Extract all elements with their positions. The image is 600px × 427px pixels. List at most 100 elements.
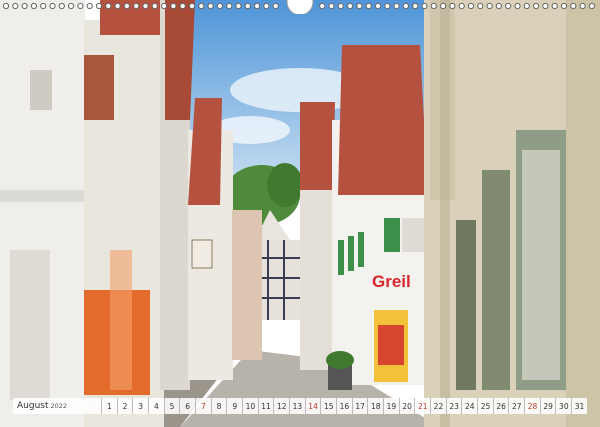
binding-ring bbox=[86, 2, 93, 10]
binding-ring bbox=[161, 2, 168, 10]
binding-ring bbox=[486, 2, 493, 10]
spiral-binding bbox=[2, 0, 596, 14]
hanging-sign bbox=[191, 239, 213, 269]
binding-ring bbox=[12, 2, 19, 10]
left-building-window bbox=[30, 70, 52, 110]
binding-ring bbox=[151, 2, 158, 10]
binding-ring bbox=[40, 2, 47, 10]
binding-ring bbox=[440, 2, 447, 10]
day-cell: 23 bbox=[445, 398, 462, 414]
day-cell: 22 bbox=[430, 398, 446, 414]
binding-ring bbox=[216, 2, 223, 10]
month-name: August bbox=[17, 401, 49, 411]
binding-ring bbox=[579, 2, 586, 10]
day-cell: 4 bbox=[148, 398, 164, 414]
binding-ring bbox=[95, 2, 103, 10]
binding-ring bbox=[319, 2, 326, 10]
binding-ring bbox=[272, 2, 279, 10]
binding-ring bbox=[30, 2, 38, 10]
binding-ring bbox=[170, 2, 177, 10]
day-cell: 2 bbox=[116, 398, 133, 414]
binding-ring bbox=[356, 2, 363, 10]
binding-ring bbox=[588, 2, 596, 10]
binding-ring bbox=[179, 2, 186, 10]
binding-ring bbox=[328, 2, 335, 10]
binding-ring bbox=[430, 2, 437, 10]
day-cell: 5 bbox=[163, 398, 180, 414]
binding-ring bbox=[123, 2, 131, 10]
roof bbox=[338, 45, 428, 195]
day-cell: 11 bbox=[257, 398, 274, 414]
binding-ring bbox=[254, 2, 261, 10]
binding-ring bbox=[495, 2, 502, 10]
day-cell: 7 bbox=[195, 398, 211, 414]
binding-ring bbox=[449, 2, 456, 10]
day-cell: 21 bbox=[414, 398, 430, 414]
day-cell: 31 bbox=[571, 398, 587, 414]
day-cell: 1 bbox=[101, 398, 117, 414]
day-cell: 15 bbox=[320, 398, 336, 414]
binding-ring bbox=[188, 2, 196, 10]
binding-ring bbox=[114, 2, 121, 10]
binding-ring bbox=[58, 2, 65, 10]
binding-ring bbox=[337, 2, 344, 10]
window-shutter bbox=[84, 55, 114, 120]
day-cell: 9 bbox=[226, 398, 242, 414]
binding-ring bbox=[458, 2, 465, 10]
binding-ring bbox=[142, 2, 149, 10]
binding-ring bbox=[467, 2, 475, 10]
day-cell: 30 bbox=[555, 398, 571, 414]
binding-ring bbox=[244, 2, 251, 10]
binding-ring bbox=[523, 2, 530, 10]
left-building-5 bbox=[232, 210, 262, 360]
binding-ring bbox=[542, 2, 549, 10]
day-cell: 24 bbox=[461, 398, 477, 414]
binding-ring bbox=[533, 2, 540, 10]
calendar-strip: August 2022 1 2 3 4 5 6 7 8 9 10 11 12 13 14 15 16 17 18 19… bbox=[13, 398, 587, 414]
day-cell: 13 bbox=[289, 398, 305, 414]
binding-ring bbox=[49, 2, 56, 10]
day-cell: 27 bbox=[508, 398, 524, 414]
binding-ring bbox=[77, 2, 84, 10]
shop-window bbox=[482, 170, 510, 390]
binding-ring bbox=[412, 2, 419, 10]
binding-ring bbox=[570, 2, 577, 10]
binding-ring bbox=[421, 2, 428, 10]
binding-ring bbox=[551, 2, 558, 10]
month-label: August 2022 bbox=[13, 401, 101, 411]
binding-ring bbox=[514, 2, 521, 10]
binding-ring bbox=[384, 2, 391, 10]
day-cell: 16 bbox=[336, 398, 352, 414]
day-cell: 17 bbox=[351, 398, 368, 414]
day-cell: 6 bbox=[179, 398, 195, 414]
binding-ring bbox=[393, 2, 400, 10]
binding-ring bbox=[374, 2, 382, 10]
day-cell: 14 bbox=[304, 398, 321, 414]
shop-sign: Greil bbox=[372, 272, 411, 291]
street-photo: Greil bbox=[0, 0, 600, 427]
trees bbox=[267, 163, 303, 207]
day-cell: 8 bbox=[210, 398, 227, 414]
binding-ring bbox=[105, 2, 112, 10]
binding-ring bbox=[365, 2, 372, 10]
binding-ring bbox=[263, 2, 270, 10]
binding-ring bbox=[198, 2, 205, 10]
day-row: 1 2 3 4 5 6 7 8 9 10 11 12 13 14 15 16 17 18 19 20 21 22 23 24 2… bbox=[101, 398, 587, 414]
binding-ring bbox=[402, 2, 409, 10]
binding-ring bbox=[505, 2, 512, 10]
binding-ring bbox=[560, 2, 568, 10]
binding-ring bbox=[2, 2, 10, 10]
day-cell: 20 bbox=[398, 398, 415, 414]
day-cell: 28 bbox=[524, 398, 540, 414]
green-shutter bbox=[384, 218, 400, 252]
day-cell: 25 bbox=[477, 398, 493, 414]
binding-ring bbox=[226, 2, 233, 10]
year-label: 2022 bbox=[50, 402, 68, 410]
day-cell: 29 bbox=[539, 398, 556, 414]
binding-ring bbox=[21, 2, 28, 10]
roof bbox=[300, 102, 335, 190]
day-cell: 10 bbox=[242, 398, 258, 414]
binding-ring bbox=[133, 2, 140, 10]
shop-window bbox=[456, 220, 476, 390]
day-cell: 19 bbox=[383, 398, 399, 414]
